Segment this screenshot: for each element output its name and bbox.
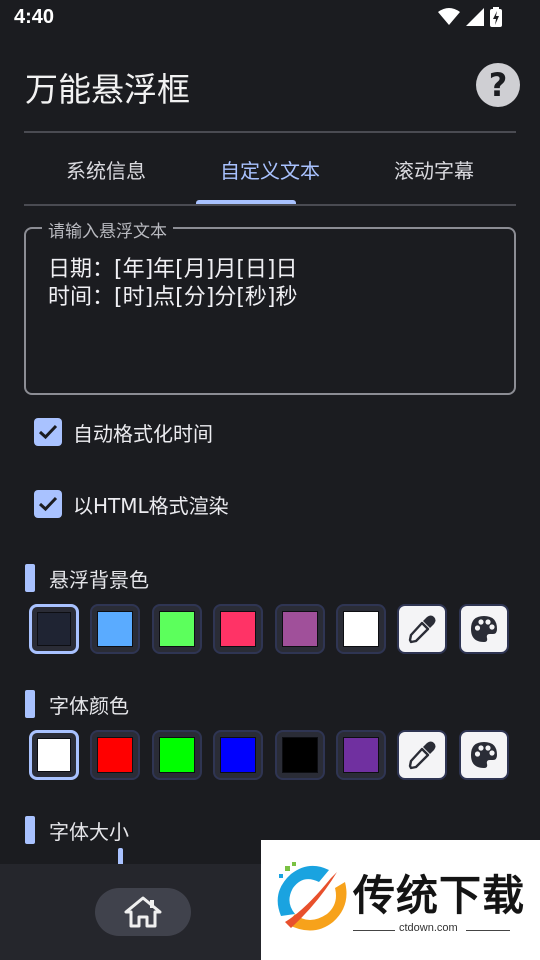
auto-format-time-checkbox[interactable] [34, 418, 62, 446]
font-color-title: 字体颜色 [49, 693, 129, 718]
eyedropper-icon [408, 615, 436, 644]
background-color-swatch-fill [343, 611, 379, 647]
background-color-swatch-fill [97, 611, 133, 647]
float-text-label: 请输入悬浮文本 [42, 217, 173, 242]
background-color-swatch[interactable] [336, 604, 386, 654]
title-divider [24, 131, 516, 133]
checkmark-icon [38, 496, 58, 512]
app-title: 万能悬浮框 [25, 70, 190, 109]
font-color-header: 字体颜色 [25, 690, 129, 718]
wifi-icon [438, 8, 460, 25]
font-color-swatch[interactable] [29, 730, 79, 780]
watermark-text: 传统下载 [353, 871, 526, 920]
background-color-swatch-fill [220, 611, 256, 647]
background-color-swatch-fill [159, 611, 195, 647]
background-color-swatch[interactable] [90, 604, 140, 654]
tab-system-info[interactable]: 系统信息 [24, 140, 188, 204]
font-size-title: 字体大小 [49, 819, 129, 844]
auto-format-time-option[interactable]: 自动格式化时间 [34, 417, 213, 447]
background-color-swatch-fill [282, 611, 318, 647]
font-color-swatch-fill [343, 737, 379, 773]
palette-icon [471, 742, 497, 768]
section-marker [25, 816, 35, 844]
background-color-swatch[interactable] [213, 604, 263, 654]
tab-bar: 系统信息 自定义文本 滚动字幕 [24, 140, 516, 206]
home-button[interactable] [95, 888, 191, 936]
background-color-swatch-fill [37, 612, 71, 646]
font-color-swatch[interactable] [336, 730, 386, 780]
font-size-header: 字体大小 [25, 816, 129, 844]
background-color-swatches [29, 604, 511, 654]
background-color-swatch[interactable] [275, 604, 325, 654]
font-color-swatch-fill [220, 737, 256, 773]
background-color-title: 悬浮背景色 [49, 567, 149, 592]
help-icon: ? [488, 66, 508, 104]
font-color-swatch-fill [97, 737, 133, 773]
signal-icon [466, 8, 484, 26]
font-color-swatch[interactable] [90, 730, 140, 780]
watermark-url: ctdown.com [399, 922, 458, 934]
render-html-label: 以HTML格式渲染 [73, 493, 229, 518]
render-html-checkbox[interactable] [34, 490, 62, 518]
tab-active-indicator [196, 200, 296, 204]
font-color-swatch[interactable] [152, 730, 202, 780]
auto-format-time-label: 自动格式化时间 [73, 421, 213, 446]
tab-custom-text[interactable]: 自定义文本 [188, 140, 352, 204]
tabs-divider [24, 204, 516, 206]
watermark: 传统下载 ctdown.com [261, 840, 540, 960]
font-color-swatch-fill [37, 738, 71, 772]
font-color-palette-button[interactable] [459, 730, 509, 780]
section-marker [25, 690, 35, 718]
background-color-palette-button[interactable] [459, 604, 509, 654]
font-color-eyedropper-button[interactable] [397, 730, 447, 780]
watermark-rule-left [353, 930, 395, 931]
font-color-swatch-fill [159, 737, 195, 773]
font-color-swatch[interactable] [213, 730, 263, 780]
palette-icon [471, 616, 497, 642]
status-bar: 4:40 [0, 0, 540, 38]
tab-scrolling-caption[interactable]: 滚动字幕 [352, 140, 516, 204]
font-color-swatch-fill [282, 737, 318, 773]
home-icon [124, 896, 162, 928]
battery-charging-icon [490, 7, 502, 27]
help-button[interactable]: ? [476, 63, 520, 107]
status-time: 4:40 [14, 6, 55, 28]
font-color-swatches [29, 730, 511, 780]
checkmark-icon [38, 424, 58, 440]
render-html-option[interactable]: 以HTML格式渲染 [34, 489, 229, 519]
background-color-eyedropper-button[interactable] [397, 604, 447, 654]
watermark-rule-right [466, 930, 510, 931]
font-color-swatch[interactable] [275, 730, 325, 780]
background-color-swatch[interactable] [152, 604, 202, 654]
background-color-swatch[interactable] [29, 604, 79, 654]
section-marker [25, 564, 35, 592]
watermark-logo [277, 862, 347, 931]
float-text-value[interactable]: 日期：[年]年[月]月[日]日 时间：[时]点[分]分[秒]秒 [48, 256, 298, 312]
eyedropper-icon [408, 741, 436, 770]
background-color-header: 悬浮背景色 [25, 564, 149, 592]
status-icons [438, 7, 502, 27]
